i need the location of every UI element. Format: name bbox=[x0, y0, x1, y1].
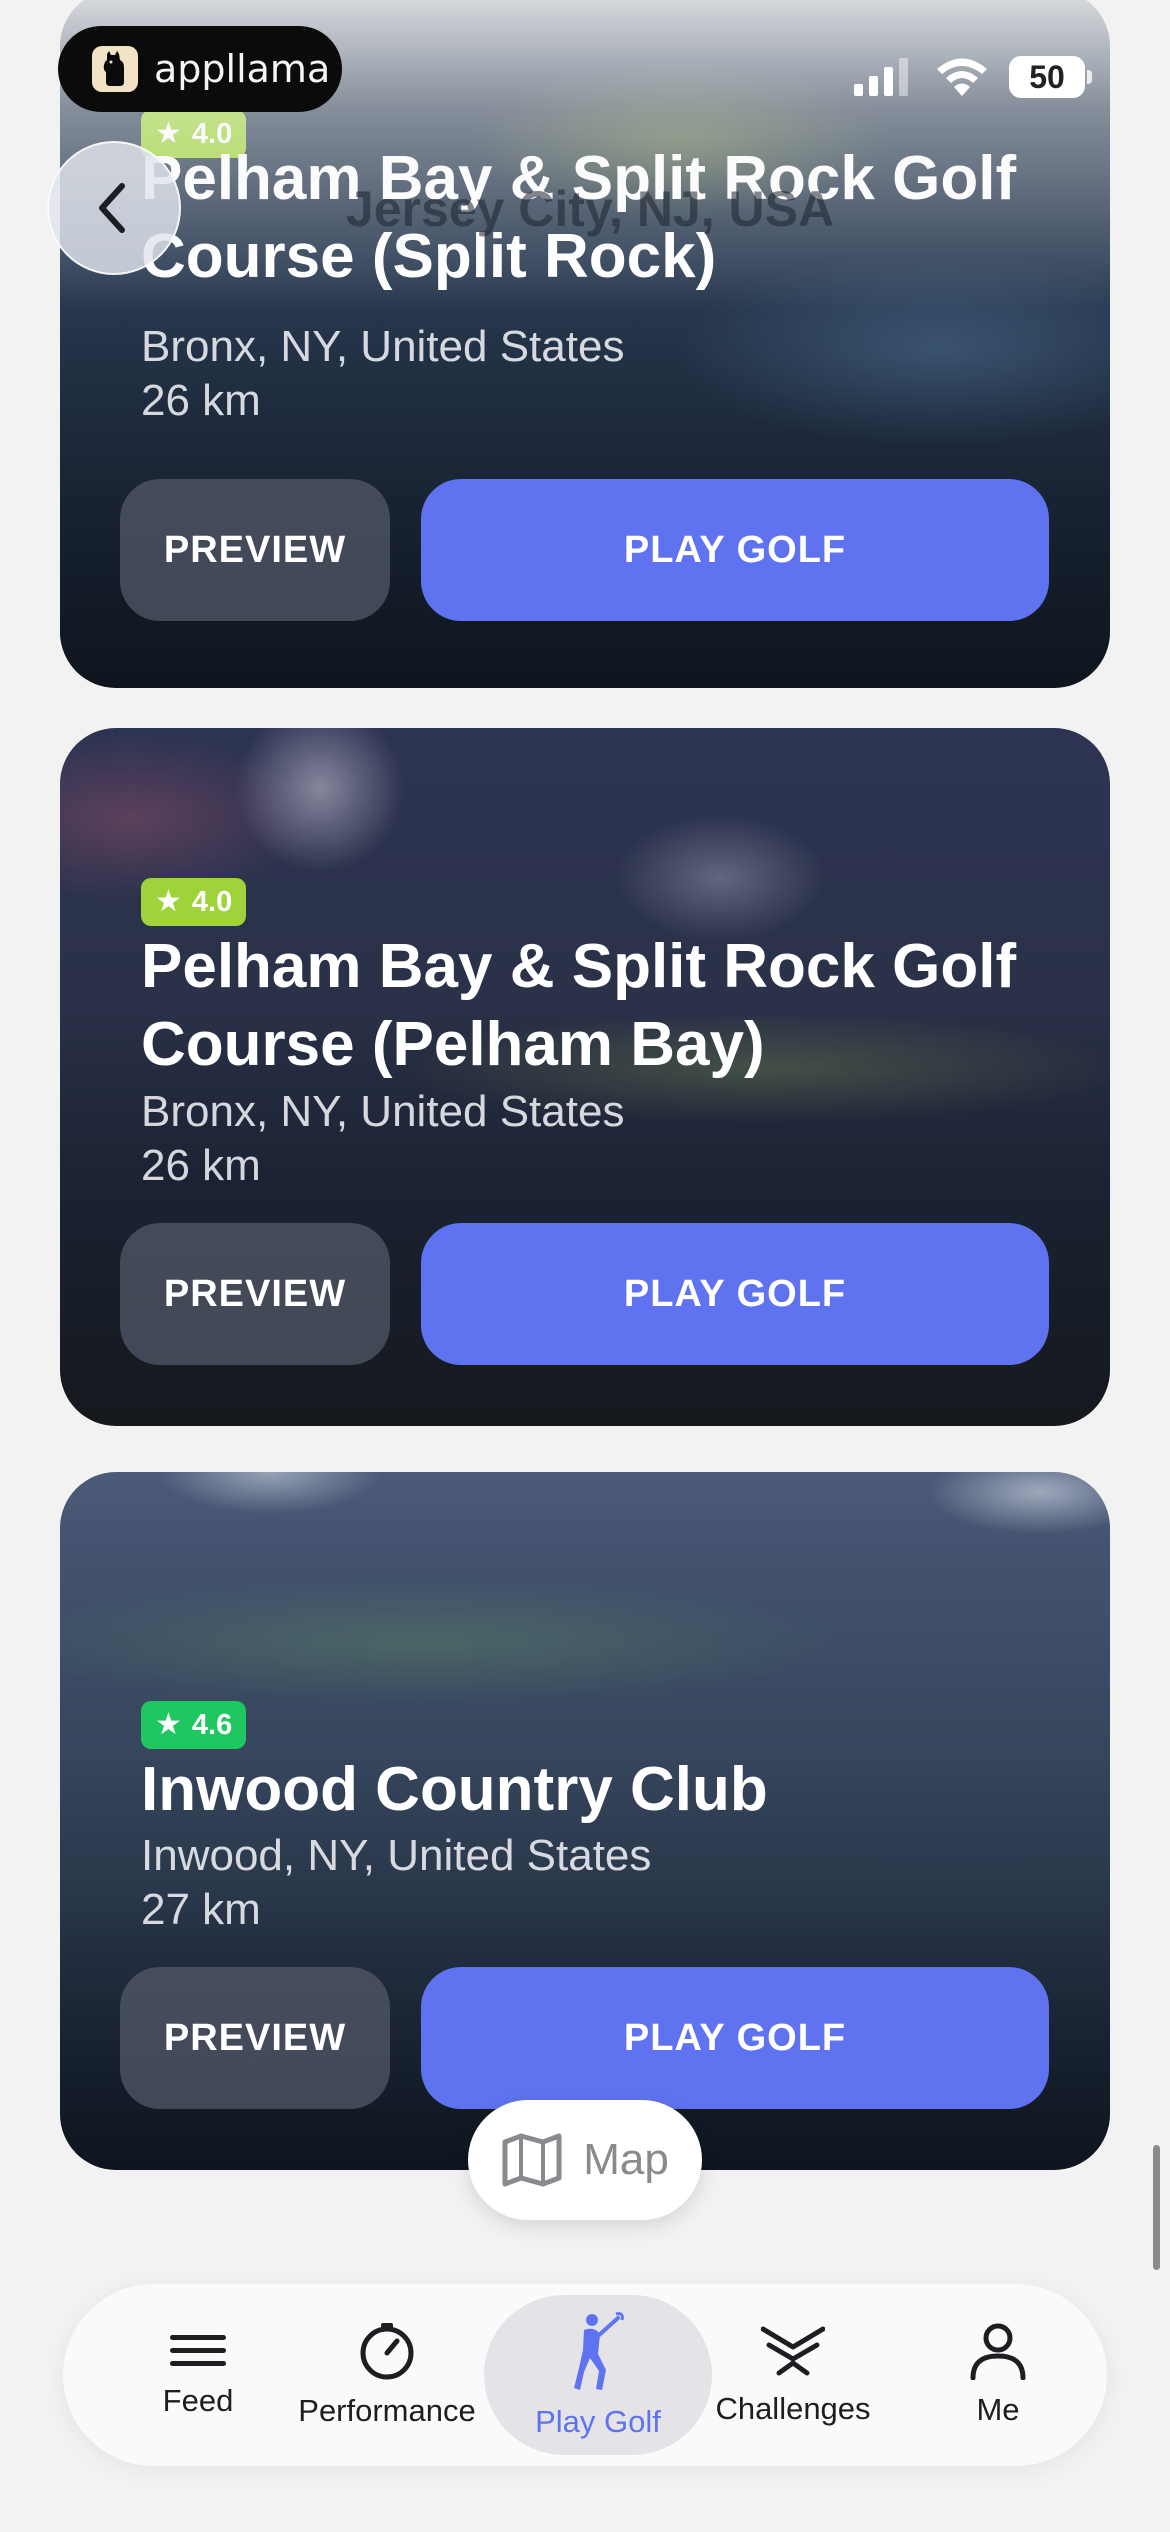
course-distance: 27 km bbox=[141, 1885, 261, 1934]
course-title: Inwood Country Club bbox=[141, 1755, 768, 1824]
play-golf-button[interactable]: PLAY GOLF bbox=[421, 479, 1049, 621]
chevron-left-icon bbox=[99, 183, 125, 233]
course-location: Bronx, NY, United States bbox=[141, 322, 625, 371]
cellular-signal-icon bbox=[854, 58, 908, 96]
course-distance: 26 km bbox=[141, 376, 261, 425]
course-title: Pelham Bay & Split Rock Golf Course (Pel… bbox=[141, 932, 1017, 1079]
course-location: Bronx, NY, United States bbox=[141, 1087, 625, 1136]
course-distance: 26 km bbox=[141, 1141, 261, 1190]
chevrons-icon bbox=[761, 2326, 825, 2376]
golfer-icon bbox=[574, 2312, 624, 2390]
course-card[interactable]: ★ 4.6 Inwood Country Club Inwood, NY, Un… bbox=[60, 1472, 1110, 2170]
tab-feed[interactable]: Feed bbox=[133, 2284, 263, 2466]
llama-logo-icon bbox=[92, 46, 138, 92]
rating-badge: ★ 4.6 bbox=[141, 1701, 247, 1749]
preview-button[interactable]: PREVIEW bbox=[120, 1967, 390, 2109]
course-location: Inwood, NY, United States bbox=[141, 1831, 652, 1880]
map-icon bbox=[502, 2133, 562, 2187]
tab-label: Play Golf bbox=[535, 2404, 661, 2439]
tab-label: Feed bbox=[162, 2383, 234, 2418]
tab-me[interactable]: Me bbox=[943, 2284, 1053, 2466]
back-button[interactable] bbox=[47, 141, 181, 275]
course-card[interactable]: ★ 4.0 Pelham Bay & Split Rock Golf Cours… bbox=[60, 728, 1110, 1426]
wifi-icon bbox=[937, 58, 987, 96]
play-golf-button[interactable]: PLAY GOLF bbox=[421, 1223, 1049, 1365]
menu-lines-icon bbox=[170, 2335, 226, 2366]
star-icon: ★ bbox=[155, 885, 182, 918]
map-button[interactable]: Map bbox=[468, 2100, 702, 2220]
bottom-tab-bar: Feed Performance Play Golf Challenges Me bbox=[63, 2284, 1107, 2466]
star-icon: ★ bbox=[155, 1708, 182, 1741]
battery-indicator: 50 bbox=[1009, 56, 1085, 98]
tab-label: Challenges bbox=[715, 2391, 871, 2426]
preview-button[interactable]: PREVIEW bbox=[120, 479, 390, 621]
tab-label: Me bbox=[976, 2392, 1020, 2427]
rating-value: 4.0 bbox=[191, 885, 233, 918]
rating-badge: ★ 4.0 bbox=[141, 878, 247, 926]
gauge-icon bbox=[360, 2323, 414, 2380]
play-golf-button[interactable]: PLAY GOLF bbox=[421, 1967, 1049, 2109]
location-title: Jersey City, NJ, USA bbox=[345, 181, 835, 237]
tab-play-golf[interactable]: Play Golf bbox=[513, 2284, 683, 2466]
tab-label: Performance bbox=[298, 2393, 476, 2428]
app-brand-name: appllama bbox=[154, 47, 331, 91]
tab-performance[interactable]: Performance bbox=[292, 2284, 482, 2466]
rating-value: 4.6 bbox=[191, 1708, 233, 1741]
preview-button[interactable]: PREVIEW bbox=[120, 1223, 390, 1365]
app-brand-pill: appllama bbox=[58, 26, 342, 112]
battery-tip bbox=[1087, 70, 1092, 84]
map-button-label: Map bbox=[583, 2135, 669, 2184]
tab-challenges[interactable]: Challenges bbox=[703, 2284, 883, 2466]
scrollbar[interactable] bbox=[1153, 2145, 1160, 2270]
person-icon bbox=[970, 2323, 1026, 2380]
